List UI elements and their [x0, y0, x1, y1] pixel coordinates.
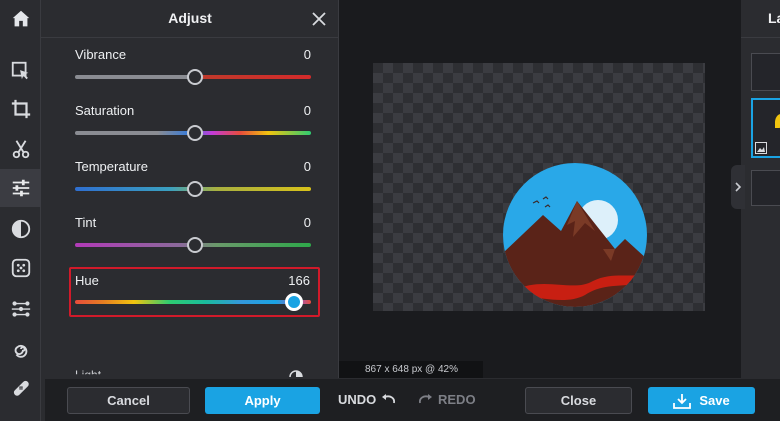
vibrance-slider-thumb[interactable] [187, 69, 203, 85]
canvas-dimensions-readout: 867 x 648 px @ 42% [339, 361, 483, 378]
home-button[interactable] [0, 0, 41, 38]
undo-label: UNDO [338, 392, 377, 407]
nodes-icon [11, 301, 30, 317]
temperature-slider-thumb[interactable] [187, 181, 203, 197]
adjust-tool-button[interactable] [0, 169, 41, 207]
download-icon [673, 393, 692, 409]
slider-label: Saturation [75, 103, 135, 118]
slider-label: Temperature [75, 159, 148, 174]
distort-tool-button[interactable] [0, 330, 41, 368]
layers-title: La [768, 10, 780, 26]
redo-label: REDO [438, 392, 476, 407]
panel-scrollbar[interactable] [41, 379, 45, 421]
layers-collapse-toggle[interactable] [731, 165, 745, 209]
photo-editor-app: Adjust Vibrance 0 Saturation 0 Temperatu… [0, 0, 780, 421]
slider-value: 166 [288, 273, 310, 288]
canvas-area: 867 x 648 px @ 42% [339, 0, 741, 378]
saturation-slider-thumb[interactable] [187, 125, 203, 141]
slider-label: Vibrance [75, 47, 127, 62]
image-layer-icon [755, 142, 767, 154]
half-circle-light-icon [289, 370, 303, 378]
mountain-logo-image [503, 163, 647, 307]
undo-button[interactable]: UNDO [338, 392, 397, 407]
slider-value: 0 [303, 103, 311, 118]
layer-preview-shape [775, 114, 780, 128]
heal-tool-button[interactable] [0, 369, 41, 407]
spiral-icon [14, 344, 27, 358]
layers-panel: La [731, 0, 780, 378]
layer-thumbnail[interactable] [751, 170, 780, 206]
crop-tool-button[interactable] [0, 90, 41, 128]
light-section-label-partial: Light [75, 368, 102, 378]
scissors-icon [12, 140, 29, 159]
tint-slider-group: Tint 0 [69, 215, 313, 265]
half-circle-contrast-icon [11, 219, 30, 239]
redo-icon [418, 393, 432, 403]
left-toolbar [0, 0, 41, 421]
nodes-tool-button[interactable] [0, 290, 41, 328]
save-button[interactable]: Save [648, 387, 755, 414]
crop-icon [11, 99, 30, 119]
image-canvas[interactable] [373, 63, 705, 311]
cut-tool-button[interactable] [0, 130, 41, 168]
chevron-right-icon [735, 182, 742, 192]
slider-value: 0 [303, 215, 311, 230]
tint-slider-thumb[interactable] [187, 237, 203, 253]
temperature-slider-group: Temperature 0 [69, 159, 313, 209]
adjust-panel: Adjust Vibrance 0 Saturation 0 Temperatu… [41, 0, 339, 421]
layer-thumbnail-selected[interactable] [751, 98, 780, 158]
adjust-sliders-list: Vibrance 0 Saturation 0 Temperature 0 Ti… [41, 38, 339, 378]
hue-slider-thumb[interactable] [285, 293, 303, 311]
dots-texture-icon [11, 258, 30, 278]
layer-thumbnail[interactable] [751, 53, 780, 91]
close-button[interactable]: Close [525, 387, 632, 414]
bandage-icon [13, 380, 29, 396]
save-label: Save [699, 393, 730, 408]
slider-value: 0 [303, 47, 311, 62]
effects-tool-button[interactable] [0, 210, 41, 248]
select-arrow-icon [11, 61, 28, 80]
sliders-icon [12, 179, 29, 197]
redo-button[interactable]: REDO [417, 392, 476, 407]
undo-icon [382, 393, 396, 403]
hue-slider-group: Hue 166 [69, 267, 320, 317]
apply-button[interactable]: Apply [205, 387, 320, 414]
hue-slider-track[interactable] [75, 300, 311, 304]
vibrance-slider-group: Vibrance 0 [69, 47, 313, 97]
texture-tool-button[interactable] [0, 249, 41, 287]
home-icon [12, 10, 29, 27]
layers-header: La [741, 0, 780, 38]
cancel-button[interactable]: Cancel [67, 387, 190, 414]
select-tool-button[interactable] [0, 52, 41, 90]
slider-value: 0 [303, 159, 311, 174]
panel-header: Adjust [41, 0, 339, 38]
slider-label: Tint [75, 215, 97, 230]
panel-title: Adjust [168, 10, 212, 26]
bottom-action-bar: Cancel Apply UNDO REDO Close Save [41, 378, 780, 421]
close-icon[interactable] [309, 9, 329, 29]
saturation-slider-group: Saturation 0 [69, 103, 313, 153]
slider-label: Hue [75, 273, 99, 288]
